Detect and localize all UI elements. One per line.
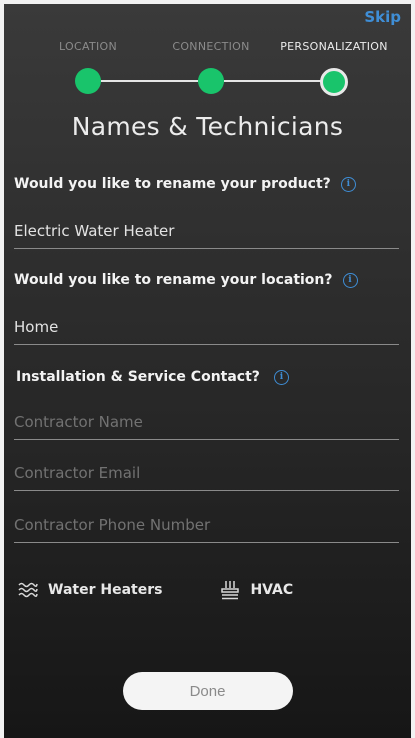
step-label-personalization: PERSONALIZATION — [280, 40, 388, 53]
app-screen: Skip LOCATION CONNECTION PERSONALIZATION… — [0, 0, 415, 738]
product-question-label: Would you like to rename your product? — [14, 176, 331, 192]
contact-question-label: Installation & Service Contact? — [16, 369, 260, 385]
location-question-label: Would you like to rename your location? — [14, 272, 333, 288]
contractor-email-placeholder: Contractor Email — [14, 464, 141, 482]
stepper-connector — [101, 80, 198, 82]
info-icon[interactable]: i — [340, 176, 356, 192]
category-label: Water Heaters — [48, 582, 163, 598]
category-label: HVAC — [250, 582, 294, 598]
step-dot-personalization — [320, 68, 348, 96]
step-dot-connection — [198, 68, 224, 94]
location-name-value: Home — [14, 318, 59, 336]
step-label-connection: CONNECTION — [172, 40, 250, 53]
done-button[interactable]: Done — [122, 672, 293, 710]
step-dot-location — [75, 68, 101, 94]
page-title: Names & Technicians — [71, 112, 344, 141]
category-hvac[interactable]: HVAC — [220, 580, 293, 600]
info-icon[interactable]: i — [273, 369, 289, 385]
info-icon[interactable]: i — [342, 272, 358, 288]
category-row: Water Heaters HVAC — [18, 580, 293, 600]
contractor-name-input[interactable]: Contractor Name — [14, 405, 399, 440]
location-name-input[interactable]: Home — [14, 310, 399, 345]
contractor-email-input[interactable]: Contractor Email — [14, 456, 399, 491]
product-name-value: Electric Water Heater — [14, 222, 175, 240]
category-water-heaters[interactable]: Water Heaters — [18, 581, 162, 599]
hvac-icon — [221, 581, 240, 600]
skip-button[interactable]: Skip — [364, 8, 401, 26]
contact-question: Installation & Service Contact? i — [16, 369, 401, 385]
contractor-name-placeholder: Contractor Name — [14, 413, 143, 431]
contractor-phone-placeholder: Contractor Phone Number — [14, 516, 211, 534]
location-rename-question: Would you like to rename your location? … — [14, 272, 401, 288]
water-heater-icon — [18, 582, 38, 598]
product-rename-question: Would you like to rename your product? i — [14, 176, 401, 192]
contractor-phone-input[interactable]: Contractor Phone Number — [14, 508, 399, 543]
top-strip — [4, 0, 411, 4]
product-name-input[interactable]: Electric Water Heater — [14, 214, 399, 249]
stepper-labels: LOCATION CONNECTION PERSONALIZATION — [4, 40, 411, 56]
step-label-location: LOCATION — [59, 40, 117, 53]
stepper-connector — [224, 80, 321, 82]
